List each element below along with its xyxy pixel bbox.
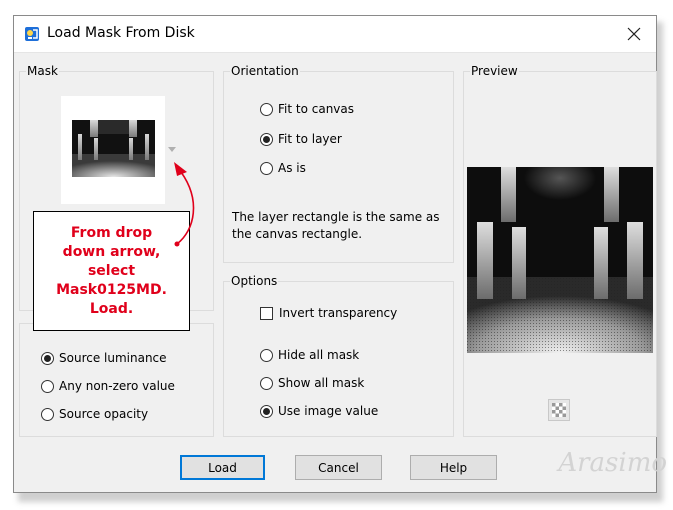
- title-bar: Load Mask From Disk: [14, 16, 656, 52]
- radio-source-opacity[interactable]: Source opacity: [41, 405, 148, 423]
- mask-group-label: Mask: [26, 64, 59, 78]
- preview-group-label: Preview: [470, 64, 519, 78]
- cancel-button[interactable]: Cancel: [295, 455, 382, 480]
- watermark-signature: Arasimo: [558, 448, 667, 478]
- radio-show-all-mask-button[interactable]: [260, 376, 273, 390]
- radio-hide-all-mask-button[interactable]: [260, 348, 273, 362]
- radio-fit-to-canvas-label: Fit to canvas: [278, 102, 355, 116]
- radio-show-all-mask[interactable]: Show all mask: [260, 374, 364, 392]
- radio-any-non-zero-button[interactable]: [41, 379, 54, 393]
- radio-any-non-zero[interactable]: Any non-zero value: [41, 377, 175, 395]
- callout-line4: Mask0125MD.: [56, 281, 167, 298]
- radio-use-image-value-label: Use image value: [278, 404, 379, 418]
- app-icon: [25, 27, 39, 41]
- orientation-group-label: Orientation: [230, 64, 300, 78]
- orientation-info-line2: the canvas rectangle.: [232, 227, 363, 241]
- load-button[interactable]: Load: [180, 455, 265, 480]
- help-button[interactable]: Help: [410, 455, 497, 480]
- radio-as-is[interactable]: As is: [260, 159, 306, 177]
- radio-as-is-button[interactable]: [260, 161, 273, 175]
- invert-transparency-checkbox[interactable]: [260, 306, 273, 320]
- radio-source-luminance[interactable]: Source luminance: [41, 349, 167, 367]
- radio-fit-to-layer[interactable]: Fit to layer: [260, 130, 342, 148]
- radio-source-luminance-button[interactable]: [41, 351, 54, 365]
- callout-line3: select: [87, 262, 136, 279]
- radio-hide-all-mask-label: Hide all mask: [278, 348, 360, 362]
- radio-use-image-value-button[interactable]: [260, 404, 273, 418]
- radio-any-non-zero-label: Any non-zero value: [59, 379, 175, 393]
- close-button[interactable]: [612, 16, 656, 52]
- invert-transparency-row[interactable]: Invert transparency: [260, 304, 397, 322]
- radio-fit-to-layer-label: Fit to layer: [278, 132, 342, 146]
- radio-source-opacity-button[interactable]: [41, 407, 54, 421]
- callout-line5: Load.: [89, 300, 134, 317]
- mask-thumbnail: [72, 120, 155, 177]
- radio-source-luminance-label: Source luminance: [59, 351, 167, 365]
- radio-use-image-value[interactable]: Use image value: [260, 402, 378, 420]
- radio-fit-to-layer-button[interactable]: [260, 132, 273, 146]
- options-group-label: Options: [230, 274, 279, 288]
- orientation-info-line1: The layer rectangle is the same as: [232, 210, 440, 224]
- radio-fit-to-canvas[interactable]: Fit to canvas: [260, 100, 354, 118]
- close-icon: [627, 27, 641, 41]
- radio-show-all-mask-label: Show all mask: [278, 376, 365, 390]
- callout-arrow-icon: [174, 162, 195, 247]
- radio-fit-to-canvas-button[interactable]: [260, 102, 273, 116]
- orientation-info-text: The layer rectangle is the same as the c…: [232, 209, 440, 243]
- radio-as-is-label: As is: [278, 161, 306, 175]
- invert-transparency-label: Invert transparency: [279, 306, 398, 320]
- radio-source-opacity-label: Source opacity: [59, 407, 149, 421]
- window-title: Load Mask From Disk: [47, 25, 195, 41]
- mask-preview-image: [467, 167, 653, 353]
- radio-hide-all-mask[interactable]: Hide all mask: [260, 346, 359, 364]
- checkerboard-icon: [552, 403, 566, 417]
- preview-transparency-button[interactable]: [548, 399, 570, 421]
